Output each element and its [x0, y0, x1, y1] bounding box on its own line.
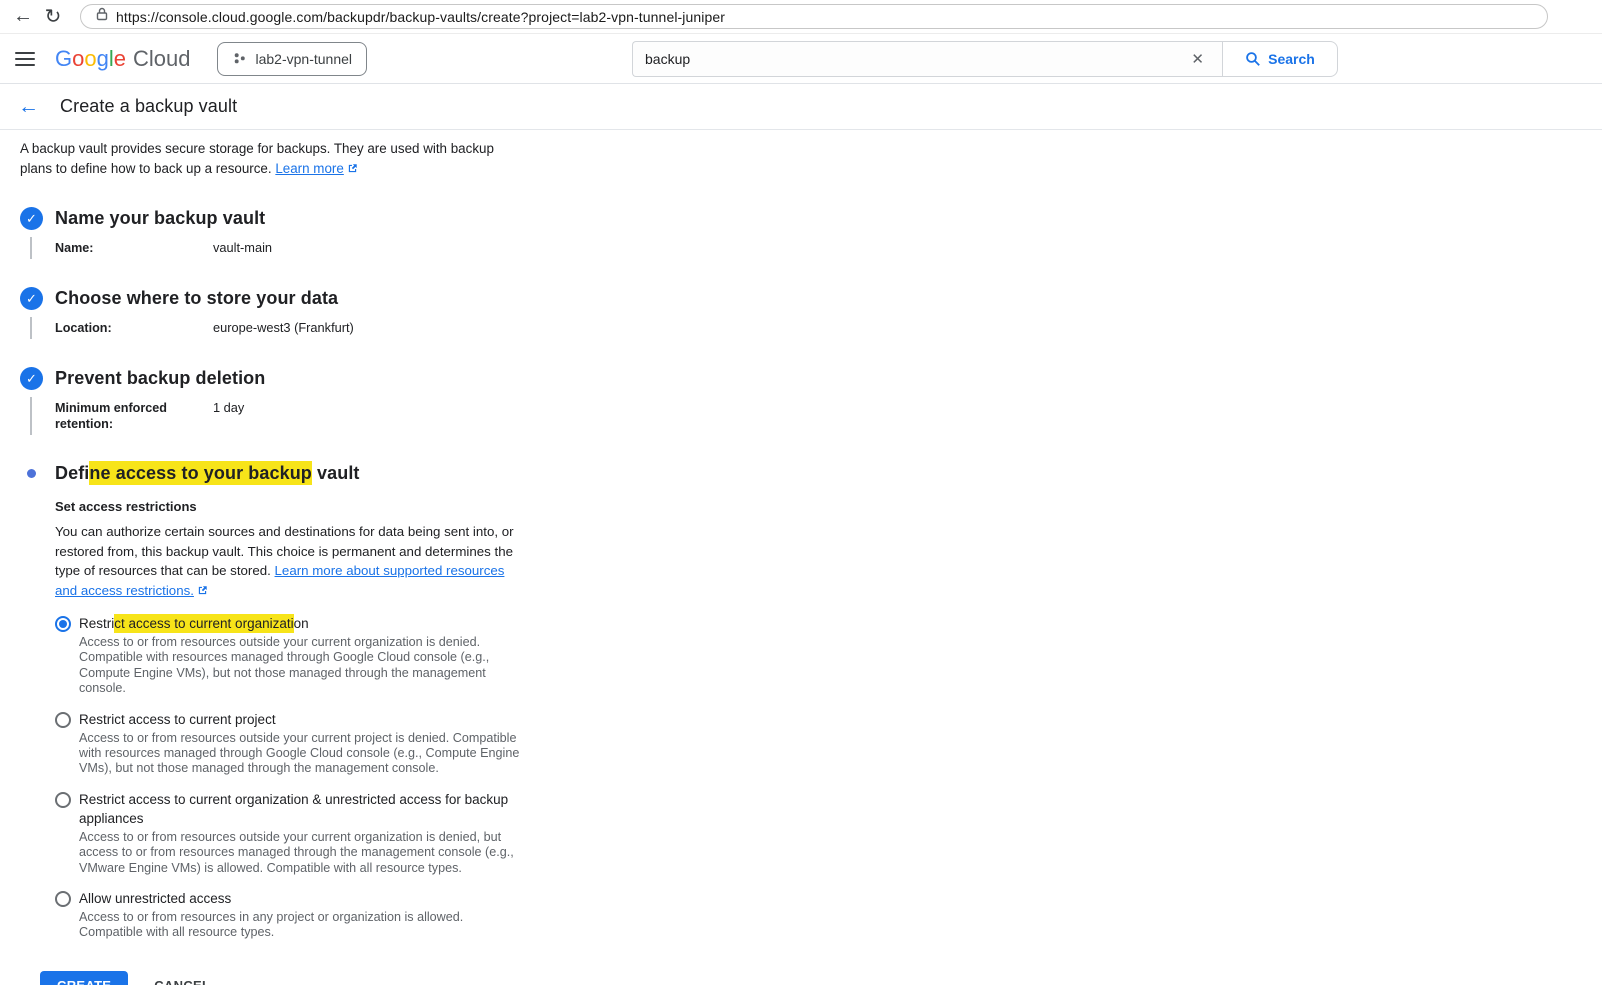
project-icon: [234, 53, 245, 64]
project-name: lab2-vpn-tunnel: [255, 50, 353, 67]
logo-letter: G: [55, 45, 73, 71]
step-header: ✓ Prevent backup deletion: [20, 367, 1602, 390]
option-restrict-organization[interactable]: Restrict access to current organization …: [55, 614, 1602, 697]
lock-icon: [96, 7, 108, 26]
option-description: Access to or from resources in any proje…: [79, 910, 464, 940]
search-button-label: Search: [1268, 50, 1315, 67]
step-active-icon: [20, 469, 43, 478]
clear-search-icon[interactable]: ✕: [1185, 50, 1210, 68]
browser-back-icon[interactable]: ←: [8, 5, 38, 28]
option-restrict-org-appliances[interactable]: Restrict access to current organization …: [55, 790, 1602, 876]
step-complete-icon: ✓: [20, 287, 43, 310]
radio-unselected[interactable]: [55, 791, 71, 808]
console-header: Google Cloud lab2-vpn-tunnel ✕ Search: [0, 34, 1602, 84]
option-label: Restrict access to current organization: [79, 614, 511, 633]
option-description: Access to or from resources outside your…: [79, 730, 520, 776]
external-link-icon: [347, 160, 358, 180]
option-label: Restrict access to current project: [79, 711, 276, 727]
title-part: vault: [311, 463, 360, 483]
page-title: Create a backup vault: [60, 96, 238, 116]
step-complete-icon: ✓: [20, 207, 43, 230]
google-cloud-logo[interactable]: Google Cloud: [55, 46, 191, 72]
field-value: 1 day: [213, 400, 245, 415]
step-summary: Name: vault-main: [30, 237, 1602, 259]
step-title: Choose where to store your data: [55, 288, 339, 308]
label-highlight: ct access to current organizati: [114, 614, 294, 633]
browser-refresh-icon[interactable]: ↻: [38, 4, 68, 29]
option-allow-unrestricted[interactable]: Allow unrestricted access Access to or f…: [55, 889, 1602, 941]
logo-cloud-text: Cloud: [133, 45, 191, 71]
logo-letter: e: [113, 45, 127, 71]
main-content: A backup vault provides secure storage f…: [0, 130, 1602, 985]
cancel-button[interactable]: CANCEL: [154, 978, 210, 985]
field-label: Location:: [55, 321, 112, 335]
project-selector[interactable]: lab2-vpn-tunnel: [216, 41, 368, 76]
step-header: Define access to your backup vault: [20, 461, 1602, 485]
step-location: ✓ Choose where to store your data Locati…: [20, 287, 1602, 339]
page-description: A backup vault provides secure storage f…: [20, 139, 525, 179]
step-title: Define access to your backup vault: [55, 461, 360, 485]
radio-unselected[interactable]: [55, 711, 71, 728]
title-part: Defi: [55, 463, 90, 483]
summary-row: Location: europe-west3 (Frankfurt): [55, 320, 1602, 336]
step-title: Name your backup vault: [55, 208, 266, 228]
radio-unselected[interactable]: [55, 891, 71, 908]
label-part: Restri: [79, 616, 115, 631]
learn-more-link[interactable]: Learn more: [275, 161, 343, 176]
option-body: Restrict access to current project Acces…: [79, 710, 529, 777]
field-label: Minimum enforced retention:: [55, 401, 167, 431]
page-back-icon[interactable]: ←: [18, 95, 44, 119]
search-icon: [1246, 51, 1260, 66]
option-description: Access to or from resources outside your…: [79, 829, 514, 875]
radio-selected[interactable]: [55, 616, 71, 632]
step-header: ✓ Choose where to store your data: [20, 287, 1602, 310]
search-input[interactable]: [645, 50, 1186, 67]
option-restrict-project[interactable]: Restrict access to current project Acces…: [55, 710, 1602, 777]
access-intro: You can authorize certain sources and de…: [55, 522, 517, 601]
external-link-icon: [197, 582, 208, 602]
field-label: Name:: [55, 241, 94, 255]
option-body: Allow unrestricted access Access to or f…: [79, 889, 529, 941]
option-body: Restrict access to current organization …: [79, 790, 529, 876]
logo-letter: o: [84, 45, 97, 71]
summary-row: Minimum enforced retention: 1 day: [55, 400, 1602, 432]
step-complete-icon: ✓: [20, 367, 43, 390]
logo-letter: g: [96, 45, 109, 71]
address-bar[interactable]: https://console.cloud.google.com/backupd…: [80, 4, 1548, 29]
option-label: Restrict access to current organization …: [79, 791, 509, 826]
option-label: Allow unrestricted access: [79, 891, 232, 907]
step-summary: Minimum enforced retention: 1 day: [30, 397, 1602, 435]
console-search: ✕ Search: [632, 40, 1338, 77]
step-summary: Location: europe-west3 (Frankfurt): [30, 317, 1602, 339]
logo-letter: o: [72, 45, 85, 71]
step-access: Define access to your backup vault Set a…: [20, 461, 1602, 941]
form-actions: CREATE CANCEL: [40, 970, 1602, 985]
access-restrictions-subtitle: Set access restrictions: [55, 499, 197, 514]
step-name-vault: ✓ Name your backup vault Name: vault-mai…: [20, 207, 1602, 259]
field-value: vault-main: [213, 240, 273, 255]
option-description: Access to or from resources outside your…: [79, 635, 490, 696]
option-body: Restrict access to current organization …: [79, 614, 529, 697]
create-button[interactable]: CREATE: [40, 970, 129, 985]
page-title-bar: ← Create a backup vault: [0, 84, 1602, 130]
page-description-text: A backup vault provides secure storage f…: [20, 141, 494, 176]
step-title: Prevent backup deletion: [55, 368, 266, 388]
step-retention: ✓ Prevent backup deletion Minimum enforc…: [20, 367, 1602, 435]
step-header: ✓ Name your backup vault: [20, 207, 1602, 230]
summary-row: Name: vault-main: [55, 240, 1602, 256]
access-options: Restrict access to current organization …: [55, 614, 1602, 941]
menu-icon[interactable]: [15, 51, 35, 66]
search-button[interactable]: Search: [1222, 40, 1338, 77]
search-field-wrap: ✕: [632, 40, 1222, 77]
url-text: https://console.cloud.google.com/backupd…: [116, 8, 726, 25]
title-highlight: ne access to your backup: [89, 461, 312, 485]
browser-toolbar: ← ↻ https://console.cloud.google.com/bac…: [0, 0, 1602, 34]
field-value: europe-west3 (Frankfurt): [213, 320, 354, 335]
label-part: on: [293, 616, 309, 631]
